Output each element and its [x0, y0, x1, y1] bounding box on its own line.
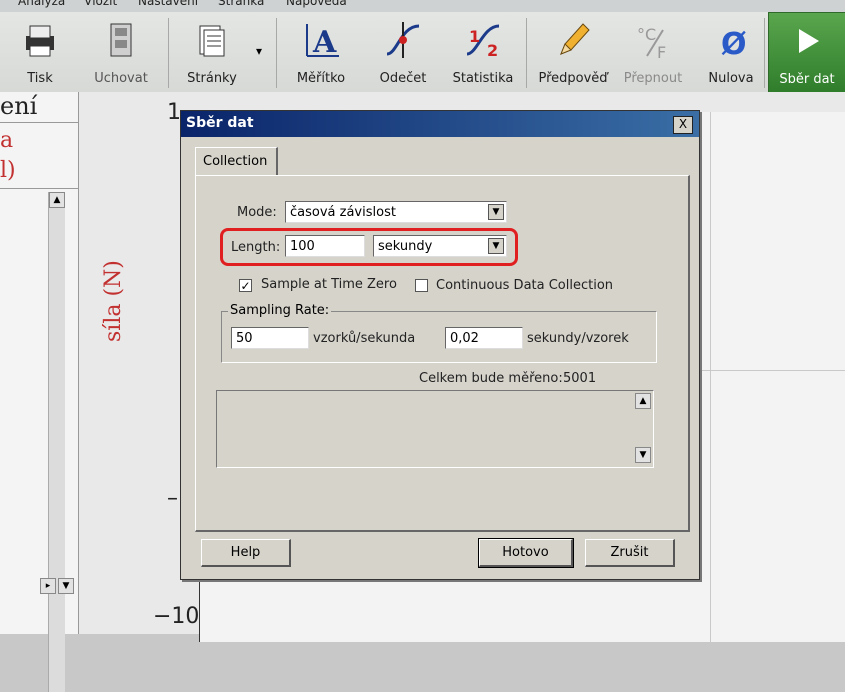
print-button[interactable]: Tisk: [10, 12, 70, 92]
data-table-column-name: a: [0, 128, 14, 153]
cancel-button[interactable]: Zrušit: [585, 539, 675, 567]
rate-input[interactable]: 50: [231, 327, 309, 349]
zero-label: Nulova: [708, 71, 754, 86]
y-tick-top: 1: [167, 100, 181, 125]
menu-napoveda[interactable]: Nápověda: [286, 0, 347, 8]
continuous-collection-label: Continuous Data Collection: [436, 278, 614, 293]
pages-dropdown-icon[interactable]: ▾: [256, 44, 262, 58]
data-table-panel: ení a l) ▲ ▸ ▼: [0, 92, 79, 692]
scroll-up-arrow[interactable]: ▲: [49, 192, 65, 208]
examine-icon: [386, 22, 420, 58]
statistics-label: Statistika: [452, 71, 514, 86]
interval-unit-label: sekundy/vzorek: [527, 331, 629, 346]
dialog-title: Sběr dat: [186, 115, 254, 131]
close-icon[interactable]: X: [673, 116, 693, 134]
dialog-titlebar[interactable]: Sběr dat X: [181, 111, 699, 137]
menu-bar: Analýza Vložit Nastavení Stránka Nápověd…: [0, 0, 845, 12]
collect-button[interactable]: Sběr dat: [768, 12, 845, 94]
menu-analyza[interactable]: Analýza: [18, 0, 65, 8]
autoscale-icon: A: [306, 24, 339, 60]
prediction-pencil-icon: [560, 23, 590, 55]
examine-label: Odečet: [379, 71, 427, 86]
rate-unit-label: vzorků/sekunda: [313, 331, 416, 346]
menu-vlozit[interactable]: Vložit: [84, 0, 117, 8]
total-samples-value: 5001: [563, 371, 597, 386]
store-label: Uchovat: [94, 71, 148, 86]
print-label: Tisk: [27, 71, 53, 86]
store-icon: [110, 23, 132, 57]
y-tick-bottom: −10: [153, 604, 200, 629]
autoscale-button[interactable]: A Měřítko: [288, 12, 354, 92]
mode-select[interactable]: časová závislost ▼: [285, 201, 507, 223]
scroll-down-arrow[interactable]: ▼: [635, 447, 651, 463]
pages-icon: [199, 25, 225, 57]
pages-label: Stránky: [187, 71, 237, 86]
continuous-collection-checkbox[interactable]: [415, 279, 428, 292]
statistics-button[interactable]: 1 2 Statistika: [450, 12, 516, 92]
svg-text:Ø: Ø: [721, 27, 747, 60]
zero-button[interactable]: Ø Nulova: [700, 12, 762, 92]
chevron-down-icon[interactable]: ▼: [488, 204, 504, 220]
info-textarea[interactable]: ▲ ▼: [216, 390, 654, 468]
data-collection-dialog: Sběr dat X Collection Mode: časová závis…: [180, 110, 700, 580]
data-table-header: ení: [0, 92, 78, 123]
collect-label: Sběr dat: [779, 72, 835, 87]
tab-collection[interactable]: Collection: [195, 147, 278, 176]
data-table-column-unit: l): [0, 158, 16, 183]
sampling-rate-title: Sampling Rate:: [228, 303, 332, 318]
mode-label: Mode:: [237, 205, 277, 220]
store-button[interactable]: Uchovat: [88, 12, 154, 92]
sample-at-zero-label: Sample at Time Zero: [261, 277, 397, 292]
menu-stranka[interactable]: Stránka: [218, 0, 264, 8]
help-button[interactable]: Help: [201, 539, 291, 567]
data-table-header-text: ení: [0, 92, 38, 120]
length-highlight-annotation: [220, 228, 518, 266]
svg-text:°C: °C: [637, 25, 656, 44]
switch-units-label: Přepnout: [623, 71, 683, 86]
ok-button[interactable]: Hotovo: [478, 538, 574, 568]
scroll-down-arrow[interactable]: ▼: [58, 578, 74, 594]
scroll-up-arrow[interactable]: ▲: [635, 393, 651, 409]
y-axis-label: síla (N): [101, 260, 126, 342]
textarea-scrollbar[interactable]: ▲ ▼: [635, 393, 651, 463]
autoscale-label: Měřítko: [296, 71, 346, 86]
menu-nastaveni[interactable]: Nastavení: [138, 0, 198, 8]
prediction-label: Předpověď: [538, 71, 608, 86]
svg-text:F: F: [657, 43, 666, 60]
zero-icon: Ø: [721, 27, 747, 60]
switch-units-icon: °C F: [637, 25, 666, 60]
svg-text:A: A: [312, 25, 337, 60]
pages-button[interactable]: Stránky: [180, 12, 244, 92]
y-tick-mid: –: [167, 486, 178, 511]
examine-button[interactable]: Odečet: [372, 12, 434, 92]
svg-text:2: 2: [487, 41, 498, 60]
toolbar: Tisk Uchovat Stránky ▾ A Měřítko Odečet …: [0, 12, 845, 94]
prediction-button[interactable]: Předpověď: [534, 12, 612, 92]
data-table-scrollbar[interactable]: ▲: [48, 192, 65, 692]
scroll-right-arrow[interactable]: ▸: [40, 578, 56, 594]
tab-collection-label: Collection: [203, 154, 268, 169]
total-samples-label: Celkem bude měřeno:: [419, 371, 563, 386]
mode-select-value: časová závislost: [290, 205, 396, 220]
svg-text:1: 1: [469, 27, 480, 46]
collect-play-icon: [799, 29, 819, 53]
statistics-icon: 1 2: [466, 24, 500, 60]
switch-units-button[interactable]: °C F Přepnout: [620, 12, 686, 92]
sample-at-zero-checkbox[interactable]: ✓: [239, 279, 252, 292]
printer-icon: [26, 25, 54, 57]
interval-input[interactable]: 0,02: [445, 327, 523, 349]
